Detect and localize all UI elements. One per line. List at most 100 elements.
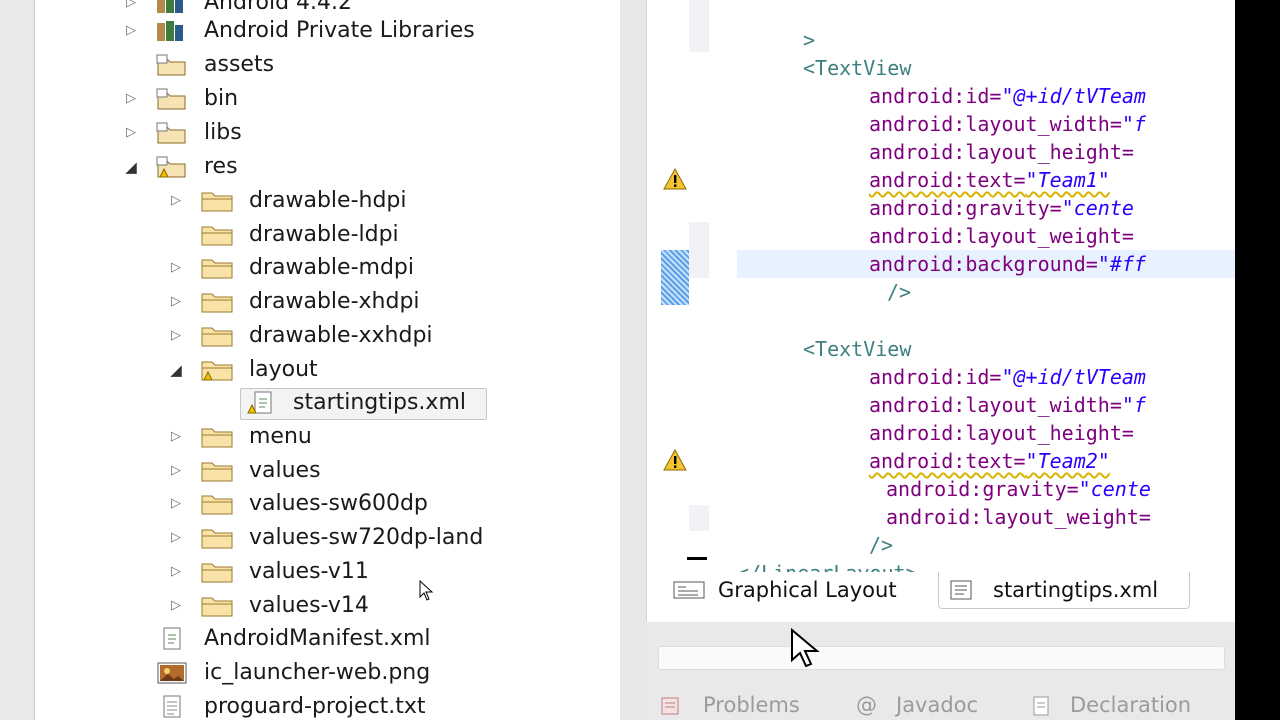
xml-attribute: android:text= bbox=[869, 168, 1026, 192]
tree-item-android-manifest[interactable]: AndroidManifest.xml bbox=[35, 622, 595, 656]
xml-tag-close: /> bbox=[869, 533, 894, 557]
tree-item-layout[interactable]: ◢ layout bbox=[35, 353, 595, 387]
collapse-arrow-icon[interactable]: ◢ bbox=[169, 353, 183, 387]
tree-item-startingtips-xml[interactable]: startingtips.xml bbox=[35, 386, 595, 420]
tree-item-label: menu bbox=[249, 424, 312, 449]
xml-attribute: android:id= bbox=[869, 365, 1002, 389]
folder-icon bbox=[201, 428, 233, 448]
tree-item-label: values-v14 bbox=[249, 593, 369, 618]
mouse-pointer-icon bbox=[791, 628, 820, 668]
code-line: android:layout_width="f bbox=[869, 391, 1146, 419]
tree-item-label: drawable-xhdpi bbox=[249, 289, 420, 314]
tree-item-label: drawable-mdpi bbox=[249, 255, 414, 280]
tree-item-menu[interactable]: ▷ menu bbox=[35, 420, 595, 454]
expand-arrow-icon[interactable]: ▷ bbox=[169, 454, 183, 488]
tree-item-drawable-hdpi[interactable]: ▷ drawable-hdpi bbox=[35, 184, 595, 218]
xml-file-warning-icon bbox=[247, 391, 272, 414]
code-line: android:layout_weight= bbox=[869, 222, 1134, 250]
code-line: <TextView bbox=[803, 54, 911, 82]
tree-item-drawable-mdpi[interactable]: ▷ drawable-mdpi bbox=[35, 251, 595, 285]
tree-item-values-sw720dp-land[interactable]: ▷ values-sw720dp-land bbox=[35, 521, 595, 555]
tree-item-label: drawable-ldpi bbox=[249, 222, 399, 247]
collapse-arrow-icon[interactable]: ◢ bbox=[124, 150, 138, 184]
xml-value: "f bbox=[1121, 393, 1146, 417]
expand-arrow-icon[interactable]: ▷ bbox=[169, 555, 183, 589]
expand-arrow-icon[interactable]: ▷ bbox=[169, 521, 183, 555]
tree-item-drawable-xxhdpi[interactable]: ▷ drawable-xxhdpi bbox=[35, 319, 595, 353]
image-file-icon bbox=[157, 662, 187, 684]
xml-value: "@+id/tVTeam bbox=[1001, 365, 1146, 389]
xml-editor[interactable]: > <TextView android:id="@+id/tVTeam andr… bbox=[646, 0, 1236, 625]
expand-arrow-icon[interactable]: ▷ bbox=[169, 319, 183, 353]
folder-icon bbox=[201, 259, 233, 279]
tree-item-label: drawable-xxhdpi bbox=[249, 323, 433, 348]
xml-attribute: android:text= bbox=[869, 449, 1026, 473]
tree-item-label: layout bbox=[249, 357, 318, 382]
expand-arrow-icon[interactable]: ▷ bbox=[169, 589, 183, 623]
tree-item-label: AndroidManifest.xml bbox=[204, 626, 431, 651]
tree-item-android-private-libraries[interactable]: ▷ Android Private Libraries bbox=[35, 14, 595, 48]
xml-attribute: android:gravity= bbox=[886, 477, 1079, 501]
tree-item-bin[interactable]: ▷ bin bbox=[35, 82, 595, 116]
tree-item-label: bin bbox=[204, 86, 239, 111]
warning-icon[interactable] bbox=[663, 449, 687, 471]
xml-tag-close: /> bbox=[887, 280, 912, 304]
tree-item-assets[interactable]: assets bbox=[35, 48, 595, 82]
tree-item-label: values-sw600dp bbox=[249, 491, 428, 516]
tree-item-ic-launcher-web[interactable]: ic_launcher-web.png bbox=[35, 656, 595, 690]
xml-attribute: android:layout_width= bbox=[869, 112, 1122, 136]
code-line-warning: android:text="Team1" bbox=[869, 166, 1110, 194]
xml-bracket: > bbox=[803, 28, 816, 52]
tree-item-values-sw600dp[interactable]: ▷ values-sw600dp bbox=[35, 487, 595, 521]
tree-item-drawable-ldpi[interactable]: drawable-ldpi bbox=[35, 218, 595, 252]
tab-label: Javadoc bbox=[896, 693, 979, 717]
tree-item-libs[interactable]: ▷ libs bbox=[35, 116, 595, 150]
code-line: android:gravity="cente bbox=[886, 475, 1151, 503]
view-separator bbox=[620, 0, 646, 720]
tree-item-label: values-v11 bbox=[249, 559, 369, 584]
javadoc-icon: @ bbox=[856, 693, 877, 717]
xml-attribute: android:layout_width= bbox=[869, 393, 1122, 417]
code-line: android:gravity="cente bbox=[869, 194, 1134, 222]
code-line: /> bbox=[869, 531, 893, 559]
xml-attribute: android:layout_weight= bbox=[869, 224, 1134, 248]
tree-item-label: libs bbox=[204, 120, 242, 145]
code-area[interactable]: > <TextView android:id="@+id/tVTeam andr… bbox=[737, 0, 1236, 625]
xml-attribute: android:layout_height= bbox=[869, 140, 1134, 164]
code-line: /> bbox=[887, 278, 911, 306]
folder-icon bbox=[201, 462, 233, 482]
tree-item-res[interactable]: ◢ res bbox=[35, 150, 595, 184]
editor-gutter bbox=[647, 0, 709, 625]
tree-item-label: drawable-hdpi bbox=[249, 188, 407, 213]
expand-arrow-icon[interactable]: ▷ bbox=[169, 487, 183, 521]
expand-arrow-icon[interactable]: ▷ bbox=[169, 285, 183, 319]
xml-attribute: android:id= bbox=[869, 84, 1002, 108]
tab-label: Graphical Layout bbox=[718, 578, 897, 602]
expand-arrow-icon[interactable]: ▷ bbox=[169, 184, 183, 218]
tree-item-drawable-xhdpi[interactable]: ▷ drawable-xhdpi bbox=[35, 285, 595, 319]
tree-item-values[interactable]: ▷ values bbox=[35, 454, 595, 488]
tree-item-values-v11[interactable]: ▷ values-v11 bbox=[35, 555, 595, 589]
xml-value: "#ff bbox=[1097, 252, 1146, 276]
xml-value: "cente bbox=[1078, 477, 1151, 501]
expand-arrow-icon[interactable]: ▷ bbox=[124, 116, 138, 150]
folder-icon bbox=[201, 529, 233, 549]
warning-icon[interactable] bbox=[663, 168, 687, 190]
code-line: android:layout_height= bbox=[869, 138, 1134, 166]
xml-file-icon bbox=[163, 627, 181, 650]
xml-attribute: android:layout_weight= bbox=[886, 505, 1151, 529]
code-line-warning: android:text="Team2" bbox=[869, 447, 1110, 475]
folder-icon bbox=[201, 597, 233, 617]
expand-arrow-icon[interactable]: ▷ bbox=[124, 82, 138, 116]
declaration-icon bbox=[1033, 696, 1049, 716]
expand-arrow-icon[interactable]: ▷ bbox=[124, 14, 138, 48]
code-line: android:layout_width="f bbox=[869, 110, 1146, 138]
expand-arrow-icon[interactable]: ▷ bbox=[169, 420, 183, 454]
tab-label: startingtips.xml bbox=[993, 578, 1159, 602]
xml-tag: <TextView bbox=[803, 337, 912, 361]
code-line: android:layout_weight= bbox=[886, 503, 1151, 531]
tree-item-values-v14[interactable]: ▷ values-v14 bbox=[35, 589, 595, 623]
tab-source-xml[interactable]: startingtips.xml bbox=[938, 572, 1190, 609]
expand-arrow-icon[interactable]: ▷ bbox=[169, 251, 183, 285]
source-folder-icon bbox=[156, 88, 186, 110]
